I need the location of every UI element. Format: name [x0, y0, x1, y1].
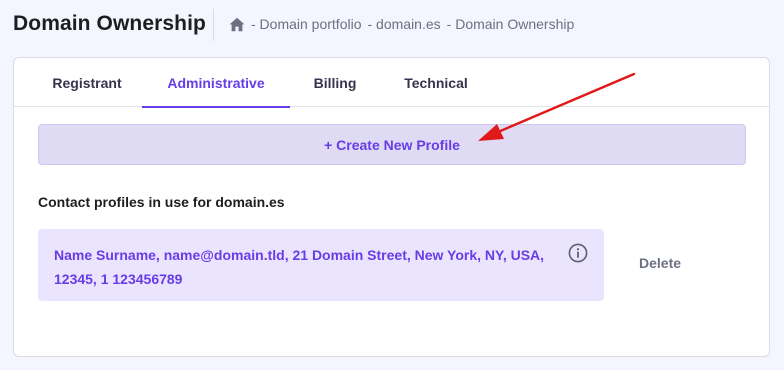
- create-new-profile-button[interactable]: + Create New Profile: [38, 124, 746, 165]
- page-header: Domain Ownership - Domain portfolio - do…: [0, 0, 784, 50]
- tab-administrative[interactable]: Administrative: [142, 58, 290, 108]
- contact-profiles-heading: Contact profiles in use for domain.es: [38, 194, 285, 210]
- info-icon[interactable]: [568, 243, 588, 263]
- domain-ownership-card: Registrant Administrative Billing Techni…: [13, 57, 770, 357]
- contact-profile-text: Name Surname, name@domain.tld, 21 Domain…: [54, 247, 545, 287]
- tab-registrant[interactable]: Registrant: [32, 58, 142, 107]
- header-divider: [213, 9, 214, 41]
- breadcrumb-domain-portfolio[interactable]: - Domain portfolio: [251, 16, 362, 32]
- breadcrumb-current: - Domain Ownership: [446, 16, 575, 32]
- breadcrumb-domain[interactable]: - domain.es: [368, 16, 441, 32]
- home-icon[interactable]: [229, 17, 245, 32]
- page-title: Domain Ownership: [13, 12, 206, 35]
- contact-profile-card[interactable]: Name Surname, name@domain.tld, 21 Domain…: [38, 229, 604, 301]
- delete-profile-button[interactable]: Delete: [639, 255, 681, 271]
- tab-billing[interactable]: Billing: [300, 58, 370, 107]
- page: Domain Ownership - Domain portfolio - do…: [0, 0, 784, 370]
- tab-technical[interactable]: Technical: [389, 58, 483, 107]
- contact-type-tabs: Registrant Administrative Billing Techni…: [14, 58, 769, 108]
- breadcrumb: - Domain portfolio - domain.es - Domain …: [229, 16, 574, 32]
